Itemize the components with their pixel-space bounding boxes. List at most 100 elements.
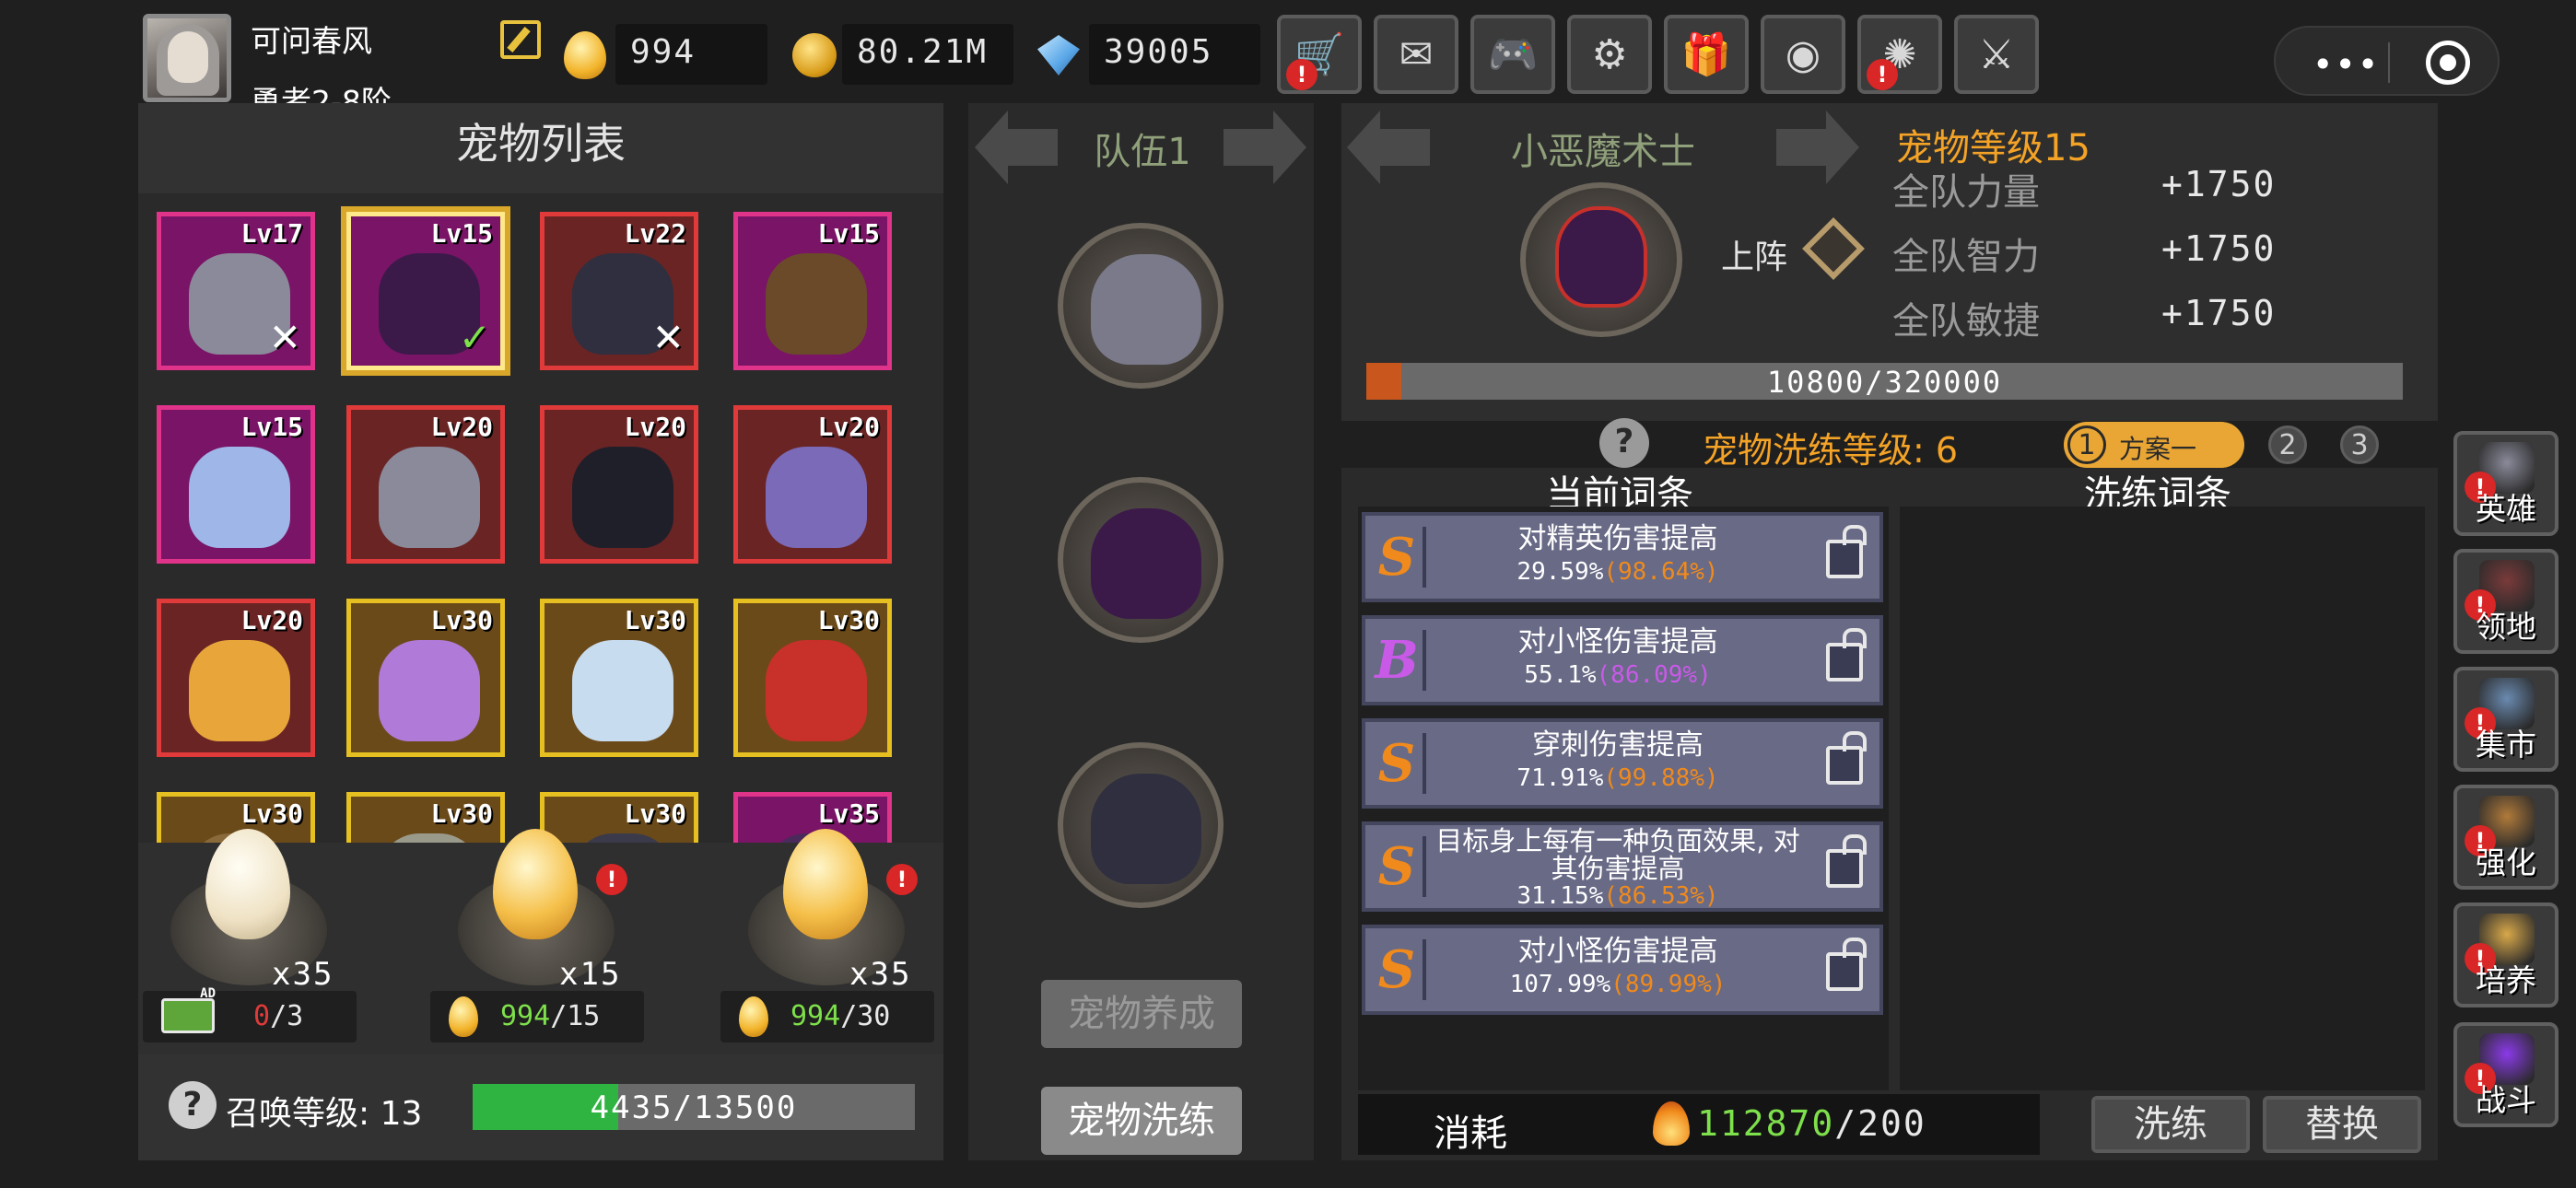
plan-tab-1[interactable]: 1 方案一: [2064, 422, 2244, 468]
pet-level-badge: Lv30: [817, 605, 880, 635]
top-button-2[interactable]: ✉: [1374, 15, 1458, 94]
top-button-6[interactable]: ◉: [1761, 15, 1845, 94]
summon-cost-value: 994/30: [790, 1000, 890, 1032]
pet-sprite: [189, 447, 290, 548]
close-target-icon[interactable]: [2426, 41, 2470, 85]
unlock-icon[interactable]: [1826, 938, 1867, 991]
pet-exp-bar: 10800/320000: [1366, 363, 2403, 400]
alert-badge-icon: !: [886, 864, 918, 895]
summon-cost-value: 0/3: [253, 1000, 303, 1032]
affix-name: 对小怪伤害提高: [1517, 935, 1718, 968]
side-nav-label: 英雄: [2476, 491, 2536, 527]
pet-refine-button[interactable]: 宠物洗练: [1041, 1087, 1242, 1155]
pet-card[interactable]: Lv30: [540, 599, 698, 757]
summon-cost-box[interactable]: 994/15: [430, 991, 644, 1042]
refine-affix-list: [1900, 507, 2425, 1090]
affix-row[interactable]: S 对精英伤害提高 29.59%(98.64%): [1362, 512, 1883, 602]
pet-card[interactable]: Lv30: [540, 792, 698, 843]
edit-name-icon[interactable]: [500, 20, 541, 59]
pet-card[interactable]: Lv15: [157, 405, 315, 564]
summon-cost-box[interactable]: 0/3: [143, 986, 357, 1042]
gamepad-icon: 🎮: [1487, 31, 1539, 78]
top-button-1[interactable]: 🛒!: [1277, 15, 1362, 94]
top-button-3[interactable]: 🎮: [1470, 15, 1555, 94]
stat-name: 全队敏捷: [1892, 300, 2040, 343]
cost-owned: 994: [790, 1000, 841, 1032]
side-nav-4[interactable]: ! 强化: [2453, 785, 2558, 890]
pet-grid[interactable]: Lv17 ✕ Lv15 ✓ Lv22 ✕ Lv15 Lv15 Lv20 Lv20 Lv20 Lv20 L…: [138, 193, 943, 843]
pet-card[interactable]: Lv15 ✓: [346, 212, 505, 370]
affix-value-number: 71.91%: [1516, 764, 1604, 792]
stat-value: +1750: [2161, 293, 2277, 333]
cost-required: /15: [550, 1000, 601, 1032]
gem-amount: 39005: [1089, 24, 1260, 85]
egg-count: x15: [559, 956, 622, 993]
top-button-5[interactable]: 🎁: [1664, 15, 1749, 94]
gold-amount: 80.21M: [842, 24, 1013, 85]
top-button-8[interactable]: ⚔: [1954, 15, 2039, 94]
unlock-icon[interactable]: [1826, 731, 1867, 785]
side-nav-5[interactable]: ! 培养: [2453, 903, 2558, 1007]
side-nav-label: 领地: [2476, 609, 2536, 645]
pet-card[interactable]: Lv20: [540, 405, 698, 564]
affix-row[interactable]: S 穿刺伤害提高 71.91%(99.88%): [1362, 718, 1883, 809]
unlock-icon[interactable]: [1826, 628, 1867, 681]
affix-value-number: 55.1%: [1524, 661, 1597, 689]
summon-cost-value: 994/15: [500, 1000, 600, 1032]
pet-portrait-pedestal: [1520, 182, 1682, 337]
team-slot-2[interactable]: [1058, 477, 1224, 643]
gem-plus-icon[interactable]: [1037, 35, 1080, 76]
affix-value-number: 31.15%: [1516, 882, 1604, 910]
affix-row[interactable]: S 对小怪伤害提高 107.99%(89.99%): [1362, 925, 1883, 1015]
stat-value: +1750: [2161, 164, 2277, 204]
side-nav-1[interactable]: ! 英雄: [2453, 431, 2558, 536]
affix-row[interactable]: B 对小怪伤害提高 55.1%(86.09%): [1362, 615, 1883, 705]
player-avatar[interactable]: [143, 14, 231, 102]
plan-tab-2[interactable]: 2: [2268, 425, 2307, 464]
top-button-4[interactable]: ⚙: [1567, 15, 1652, 94]
side-nav-3[interactable]: ! 集市: [2453, 667, 2558, 772]
alert-badge-icon: !: [1867, 59, 1898, 90]
affix-value-number: 29.59%: [1516, 558, 1604, 586]
pet-sprite: [572, 447, 673, 548]
pet-card[interactable]: Lv30: [346, 792, 505, 843]
refine-level-title: 宠物洗练等级: 6: [1703, 430, 1959, 471]
summon-progress-bar: 4435/13500: [473, 1084, 915, 1130]
cost-owned: 0: [253, 1000, 271, 1032]
team-slot-1[interactable]: [1058, 223, 1224, 389]
unlock-icon[interactable]: [1826, 834, 1867, 888]
affix-row[interactable]: S 目标身上每有一种负面效果, 对其伤害提高 31.15%(86.53%): [1362, 821, 1883, 912]
pet-level-badge: Lv30: [624, 798, 686, 829]
pet-sprite: [766, 447, 867, 548]
top-button-7[interactable]: ✺!: [1857, 15, 1942, 94]
pet-card[interactable]: Lv30: [346, 599, 505, 757]
summon-help-icon[interactable]: ?: [169, 1081, 217, 1129]
pet-card[interactable]: Lv20: [157, 599, 315, 757]
pet-level-badge: Lv15: [240, 412, 303, 442]
pet-exp-text: 10800/320000: [1766, 365, 2003, 400]
pet-card[interactable]: Lv20: [733, 405, 892, 564]
replace-action-button[interactable]: 替换: [2263, 1096, 2421, 1153]
pet-level-badge: Lv30: [240, 798, 303, 829]
pet-card[interactable]: Lv20: [346, 405, 505, 564]
gold-coin-icon[interactable]: [792, 33, 837, 77]
pet-card[interactable]: Lv22 ✕: [540, 212, 698, 370]
pet-card[interactable]: Lv17 ✕: [157, 212, 315, 370]
pet-level-badge: Lv20: [817, 412, 880, 442]
plan-tab-3[interactable]: 3: [2340, 425, 2379, 464]
team-slot-3[interactable]: [1058, 742, 1224, 908]
side-nav-2[interactable]: ! 领地: [2453, 549, 2558, 654]
pet-train-button[interactable]: 宠物养成: [1041, 980, 1242, 1048]
summon-cost-box[interactable]: 994/30: [720, 991, 934, 1042]
pet-card[interactable]: Lv15: [733, 212, 892, 370]
refine-action-button[interactable]: 洗练: [2091, 1096, 2250, 1153]
unlock-icon[interactable]: [1826, 525, 1867, 578]
summon-progress-text: 4435/13500: [590, 1089, 798, 1126]
more-options-icon[interactable]: •••: [2313, 44, 2380, 85]
cross-icon: ✕: [268, 315, 301, 360]
side-nav-6[interactable]: ! 战斗: [2453, 1022, 2558, 1127]
egg-amount: 994: [615, 24, 767, 85]
refine-help-icon[interactable]: ?: [1599, 418, 1649, 468]
pet-card[interactable]: Lv30: [733, 599, 892, 757]
summon-level-label: 召唤等级: 13: [226, 1095, 423, 1133]
